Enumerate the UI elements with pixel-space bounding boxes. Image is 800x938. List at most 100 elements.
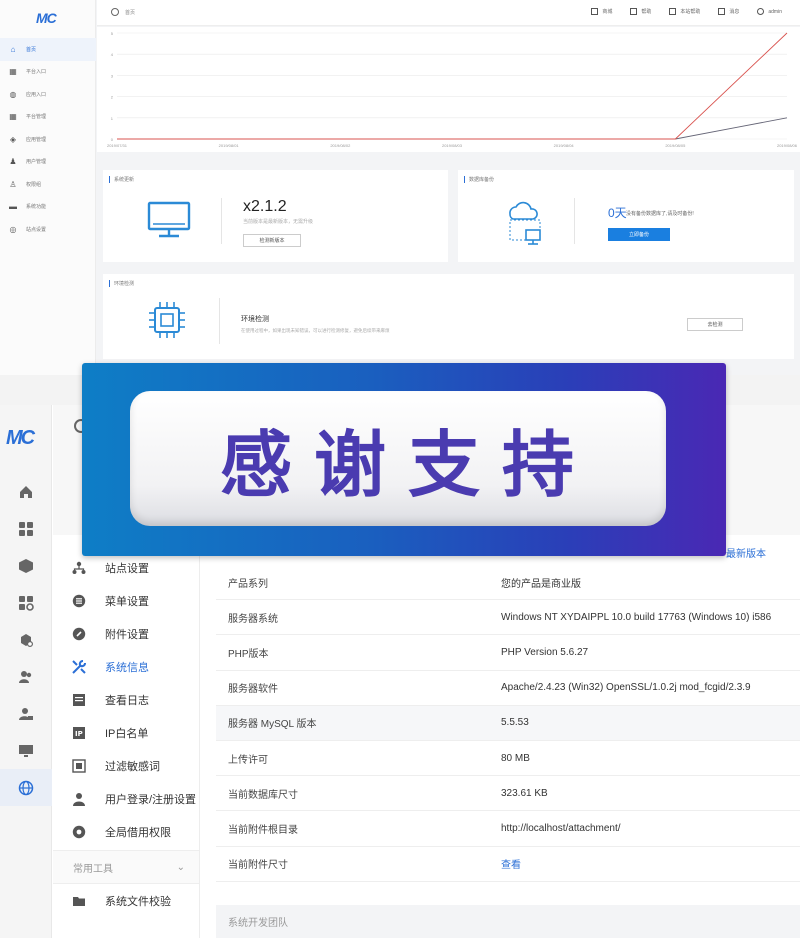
y-tick-label: 4 <box>111 52 114 57</box>
thanks-banner: 感谢支持 <box>82 363 726 556</box>
env-check-description: 在使用过程中，如果出现未知错误，可以进行检测修复，避免后续带来麻烦 <box>241 328 390 333</box>
sidebar-item-app-manage[interactable]: ◈ 应用管理 <box>0 128 96 151</box>
rail-user-lock[interactable] <box>0 695 52 732</box>
toolbar-help[interactable]: 帮助 <box>630 8 651 15</box>
breadcrumb: 首页 <box>111 8 135 16</box>
system-info-panel: 最新版本 产品系列 您的产品是商业版 服务器系统 Windows NT XYDAIP… <box>200 535 800 938</box>
system-update-card: 系统更新 x2.1.2 当前版本是最新版本，无需升级 检测新版本 <box>103 170 448 262</box>
rail-cube[interactable] <box>0 621 52 658</box>
icon-rail: MC <box>0 405 52 938</box>
globe-icon: ◎ <box>9 224 17 234</box>
dashboard-screenshot: MC ⌂ 首页 ▦ 平台入口 ◍ 应用入口 ▦ 平台管理 ◈ 应用管理 ♟ 用户管理 ♙ 权限… <box>0 0 800 375</box>
menu-item-system-info[interactable]: 系统信息 <box>53 650 199 683</box>
rail-globe[interactable] <box>0 769 52 806</box>
tools-icon <box>71 659 87 675</box>
menu-item-attachment-settings[interactable]: 附件设置 <box>53 617 199 650</box>
toolbar-messages[interactable]: 消息 <box>718 8 739 15</box>
y-tick-label: 1 <box>111 116 114 121</box>
filter-icon <box>71 758 87 774</box>
banner-plate: 感谢支持 <box>130 391 666 526</box>
table-row: 服务器 MySQL 版本 5.5.53 <box>216 705 800 741</box>
user-lock-icon <box>19 707 33 720</box>
users-icon: ♟ <box>9 157 17 167</box>
sidebar-item-permission-group[interactable]: ♙ 权限组 <box>0 173 96 196</box>
rail-grid[interactable] <box>0 510 52 547</box>
menu-item-ip-whitelist[interactable]: IP IP白名单 <box>53 716 199 749</box>
table-row: 当前附件根目录 http://localhost/attachment/ <box>216 811 800 847</box>
sidebar-item-home[interactable]: ⌂ 首页 <box>0 38 96 61</box>
version-number: x2.1.2 <box>243 198 287 215</box>
x-tick-label: 2019/08/05 <box>665 143 686 148</box>
bell-icon <box>718 8 726 15</box>
chip-icon <box>149 302 185 338</box>
check-update-button[interactable]: 检测新版本 <box>243 234 301 247</box>
rail-apps[interactable] <box>0 584 52 621</box>
composite-screenshot: MC ⌂ 首页 ▦ 平台入口 ◍ 应用入口 ▦ 平台管理 ◈ 应用管理 ♟ 用户管理 ♙ 权限… <box>0 0 800 938</box>
sidebar-item-label: 平台入口 <box>26 69 47 76</box>
menu-item-view-logs[interactable]: 查看日志 <box>53 683 199 716</box>
logo: MC <box>6 427 35 449</box>
menu-item-user-login-settings[interactable]: 用户登录/注册设置 <box>53 782 199 815</box>
rail-monitor[interactable] <box>0 732 52 769</box>
x-tick-label: 2019/08/04 <box>554 143 575 148</box>
backup-days: 0天 <box>608 206 627 220</box>
grid-icon: ▦ <box>9 67 17 77</box>
top-header: 首页 商城 帮助 本站帮助 消息 admin <box>97 0 800 26</box>
go-check-button[interactable]: 去检测 <box>687 318 743 331</box>
x-tick-label: 2019/08/03 <box>442 143 463 148</box>
user-lock-icon: ♙ <box>9 179 17 189</box>
menu-item-filter-words[interactable]: 过滤敏感词 <box>53 749 199 782</box>
x-tick-label: 2019/08/06 <box>777 143 798 148</box>
apps-icon <box>19 595 34 611</box>
svg-text:IP: IP <box>75 730 83 738</box>
store-icon <box>591 8 599 15</box>
divider <box>574 198 575 244</box>
menu-item-file-check[interactable]: 系统文件校验 <box>53 884 199 917</box>
table-row: 服务器系统 Windows NT XYDAIPPL 10.0 build 1776… <box>216 600 800 636</box>
dev-team-section: 系统开发团队 <box>216 905 800 938</box>
backup-now-button[interactable]: 立即备份 <box>608 228 670 241</box>
card-title: 环境检测 <box>109 280 134 287</box>
latest-version-link[interactable]: 最新版本 <box>726 545 766 560</box>
y-tick-label: 2 <box>111 95 114 100</box>
sidebar-item-site-settings[interactable]: ◎ 站点设置 <box>0 218 96 241</box>
env-check-heading: 环境检测 <box>241 316 269 323</box>
db-backup-card: 数据库备份 0天 没有备份数据库了,请及时备份! 立即备份 <box>458 170 794 262</box>
sidebar-item-app-entry[interactable]: ◍ 应用入口 <box>0 83 96 106</box>
sidebar-item-label: 用户管理 <box>26 159 47 166</box>
home-icon <box>20 485 32 498</box>
divider <box>219 298 220 344</box>
help-icon <box>630 8 638 15</box>
sidebar-nav: ⌂ 首页 ▦ 平台入口 ◍ 应用入口 ▦ 平台管理 ◈ 应用管理 ♟ 用户管理 ♙ 权限组 ▬… <box>0 38 96 241</box>
toolbar-user[interactable]: admin <box>757 8 782 15</box>
sidebar-item-platform-manage[interactable]: ▦ 平台管理 <box>0 106 96 129</box>
rail-home[interactable] <box>0 473 52 510</box>
book-icon <box>669 8 677 15</box>
view-attachment-size-link[interactable]: 查看 <box>501 856 800 871</box>
rail-users[interactable] <box>0 658 52 695</box>
sidebar-item-platform-entry[interactable]: ▦ 平台入口 <box>0 61 96 84</box>
monitor-icon: ▬ <box>9 202 17 212</box>
globe-icon <box>18 780 34 795</box>
tools-section-header[interactable]: 常用工具 ⌄ <box>53 850 199 884</box>
toolbar-store[interactable]: 商城 <box>591 8 612 15</box>
home-icon: ⌂ <box>10 44 16 54</box>
banner-text: 感谢支持 <box>219 423 596 507</box>
sidebar-item-user-manage[interactable]: ♟ 用户管理 <box>0 151 96 174</box>
menu-item-menu-settings[interactable]: 菜单设置 <box>53 584 199 617</box>
menu-item-global-permissions[interactable]: 全局借用权限 <box>53 815 199 848</box>
x-tick-label: 2019/08/01 <box>219 143 240 148</box>
cube-icon: ◈ <box>9 134 17 144</box>
y-tick-label: 3 <box>111 73 114 78</box>
env-check-card: 环境检测 环境检测 在使用过程中，如果出现未知错误，可以进行检测修复，避免后续带… <box>103 274 794 359</box>
toolbar-site-help[interactable]: 本站帮助 <box>669 8 700 15</box>
sitemap-icon <box>71 560 87 576</box>
sidebar-item-label: 应用入口 <box>26 91 47 98</box>
box-icon <box>19 558 33 573</box>
user-icon <box>757 8 765 15</box>
chevron-down-icon: ⌄ <box>176 861 185 873</box>
rail-box[interactable] <box>0 547 52 584</box>
sidebar-item-system[interactable]: ▬ 系统功能 <box>0 196 96 219</box>
table-row: 产品系列 您的产品是商业版 <box>216 565 800 601</box>
grid-icon <box>19 521 33 536</box>
